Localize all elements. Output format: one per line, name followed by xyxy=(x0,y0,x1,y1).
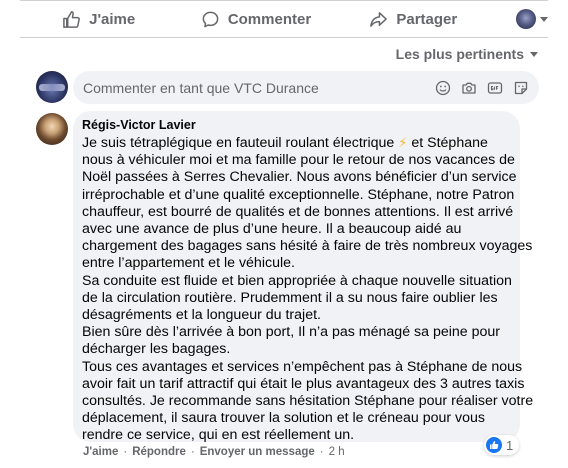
comment-bubble: Régis-Victor Lavier Je suis tétraplégiqu… xyxy=(73,111,534,444)
comment-line: irréprochable et d’une qualité exception… xyxy=(82,186,515,203)
comment-author[interactable]: Régis-Victor Lavier xyxy=(82,117,512,133)
comment-line: chargement des bagages sans hésité à fai… xyxy=(82,238,533,255)
comment-line: avoir fait un tarif attractif qui était … xyxy=(82,375,525,392)
sort-label: Les plus pertinents xyxy=(395,46,524,62)
share-button[interactable]: Partager xyxy=(335,2,492,36)
chevron-down-icon xyxy=(530,51,538,57)
page-avatar xyxy=(515,9,536,29)
like-button-label: J'aime xyxy=(89,10,136,28)
camera-icon[interactable] xyxy=(461,80,477,96)
post-action-bar: J'aime Commenter Partager xyxy=(20,2,548,36)
comment-button[interactable]: Commenter xyxy=(177,2,334,36)
actions-divider xyxy=(20,37,548,38)
separator: · xyxy=(190,446,195,458)
comment-actions: J'aime · Répondre · Envoyer un message ·… xyxy=(83,446,345,458)
comment-line: chauffeur, est bourré de qualités et de … xyxy=(82,203,514,220)
like-reaction-icon xyxy=(486,437,502,453)
commenter-avatar[interactable] xyxy=(36,113,68,145)
comment-line: entre l’appartement et le véhicule. xyxy=(82,255,295,272)
comment-line: Sa conduite est fluide et bien approprié… xyxy=(82,272,512,289)
comment-line: nous à véhiculer moi et ma famille pour … xyxy=(82,152,515,169)
identity-switcher[interactable] xyxy=(492,9,548,29)
comment-line: avec une avance de plus d’une heure. Il … xyxy=(82,221,462,238)
composer-tools xyxy=(435,80,529,96)
top-divider xyxy=(20,0,548,1)
comment-line: de la circulation routière. Prudemment i… xyxy=(82,289,498,306)
comment-line: décharger les bagages. xyxy=(82,341,231,358)
comment-reply-link[interactable]: Répondre xyxy=(132,446,186,458)
reaction-count: 1 xyxy=(506,437,514,453)
like-button[interactable]: J'aime xyxy=(20,2,177,36)
comment-line: Tous ces avantages et services n’empêche… xyxy=(82,358,523,375)
share-arrow-icon xyxy=(370,11,388,27)
emoji-icon[interactable] xyxy=(435,80,451,96)
share-button-label: Partager xyxy=(396,10,458,28)
separator: · xyxy=(319,446,324,458)
comment-line: Je suis tétraplégique en fauteuil roulan… xyxy=(82,134,512,152)
thumbs-up-icon xyxy=(63,10,81,28)
comment-line: Noël passées à Serres Chevalier. Nous av… xyxy=(82,169,517,186)
comment-like-link[interactable]: J'aime xyxy=(83,446,118,458)
comment-input[interactable] xyxy=(83,79,435,96)
comment-timestamp[interactable]: 2 h xyxy=(329,446,345,458)
separator: · xyxy=(123,446,128,458)
comment-line: désagréments et la longueur du trajet. xyxy=(82,307,321,324)
comment-line: déplacement, il saura trouver la solutio… xyxy=(82,410,485,427)
comment-line: Bien sûre dès l’arrivée à bon port, Il n… xyxy=(82,324,500,341)
reaction-summary[interactable]: 1 xyxy=(484,435,520,455)
sticker-icon[interactable] xyxy=(513,80,529,96)
composer-avatar xyxy=(36,71,68,103)
comment-composer[interactable] xyxy=(73,71,539,104)
comment-line: consultés. Je recommande sans hésitation… xyxy=(82,393,534,410)
speech-bubble-icon xyxy=(202,11,219,27)
comment-line-tail: et Stéphane xyxy=(407,135,488,151)
comment-sort-dropdown[interactable]: Les plus pertinents xyxy=(396,46,538,62)
gif-icon[interactable] xyxy=(487,80,503,96)
comment-line: rendre ce service, qui en est réellement… xyxy=(82,427,355,444)
comment-line-text: Je suis tétraplégique en fauteuil roulan… xyxy=(82,135,395,151)
chevron-down-icon xyxy=(539,16,548,22)
send-message-link[interactable]: Envoyer un message xyxy=(200,446,315,458)
comment-button-label: Commenter xyxy=(227,10,312,28)
